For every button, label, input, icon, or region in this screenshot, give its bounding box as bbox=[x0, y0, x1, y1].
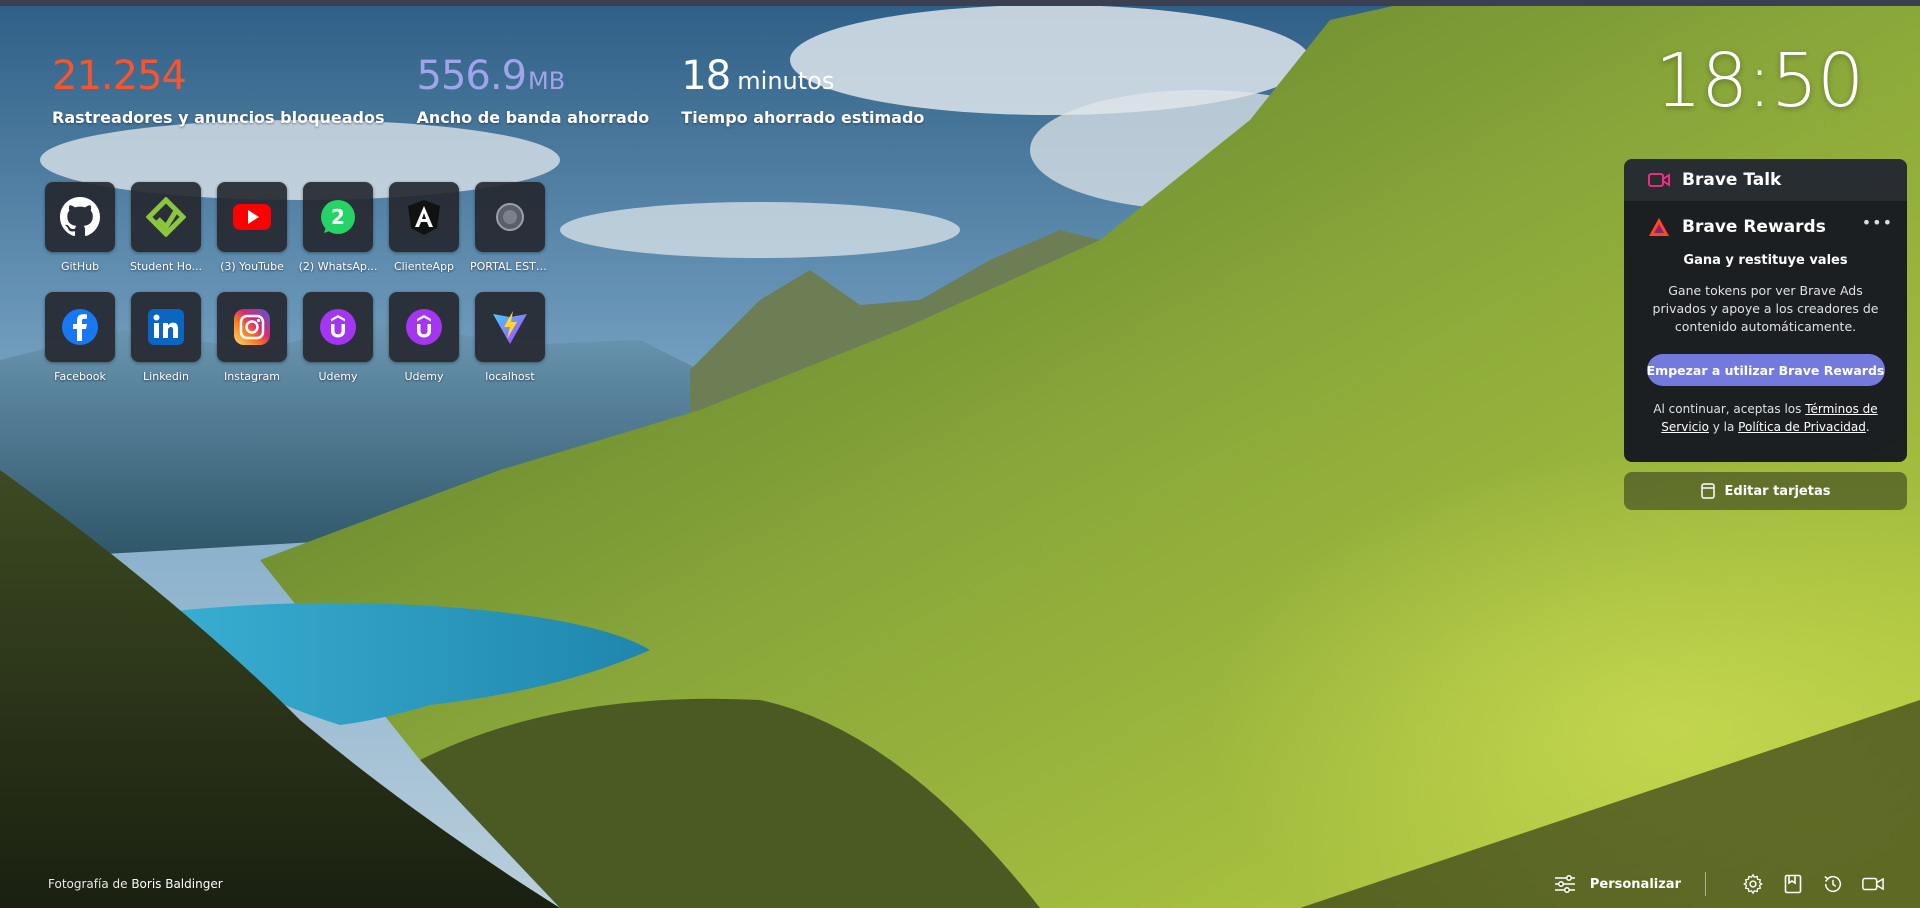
privacy-policy-link[interactable]: Política de Privacidad bbox=[1738, 420, 1866, 434]
time-saved-value: 18 bbox=[681, 53, 731, 99]
udemy-icon bbox=[320, 309, 356, 345]
vite-icon bbox=[493, 311, 527, 344]
customize-button[interactable]: Personalizar bbox=[1554, 874, 1681, 894]
top-site-tile[interactable]: ClienteApp bbox=[384, 182, 464, 273]
top-site-label: Student Ho... bbox=[129, 260, 203, 273]
brave-rewards-card: Brave Rewards ••• Gana y restituye vales… bbox=[1624, 201, 1907, 462]
top-site-tile[interactable]: PORTAL ESTU... bbox=[470, 182, 550, 273]
video-camera-icon bbox=[1862, 877, 1884, 891]
top-site-tile[interactable]: Facebook bbox=[40, 292, 120, 383]
top-site-label: PORTAL ESTU... bbox=[470, 260, 550, 273]
top-site-tile[interactable]: localhost bbox=[470, 292, 550, 383]
rewards-terms: Al continuar, aceptas los Términos de Se… bbox=[1653, 402, 1878, 434]
top-site-tile[interactable]: Udemy bbox=[298, 292, 378, 383]
edit-cards-button[interactable]: Editar tarjetas bbox=[1624, 472, 1907, 510]
top-site-tile[interactable]: (3) YouTube bbox=[212, 182, 292, 273]
bandwidth-stat: 556.9MB Ancho de banda ahorrado bbox=[417, 52, 650, 127]
whatsapp-icon: 2 bbox=[321, 200, 355, 234]
toolbar-divider bbox=[1705, 872, 1706, 896]
top-site-tile[interactable]: Linkedin bbox=[126, 292, 206, 383]
time-saved-stat: 18 minutos Tiempo ahorrado estimado bbox=[681, 52, 924, 127]
trackers-count: 21.254 bbox=[52, 53, 187, 99]
udemy-icon bbox=[406, 309, 442, 345]
cards-panel: Brave Talk Brave Rewards ••• Gana y rest… bbox=[1624, 159, 1907, 510]
brave-talk-card[interactable]: Brave Talk bbox=[1624, 159, 1907, 201]
bookmarks-icon bbox=[1784, 874, 1802, 894]
rewards-description: Gane tokens por ver Brave Ads privados y… bbox=[1652, 283, 1879, 334]
bat-triangle-icon bbox=[1649, 218, 1669, 236]
top-site-tile[interactable]: 2 (2) WhatsAp... bbox=[298, 182, 378, 273]
top-site-tile[interactable]: Student Ho... bbox=[126, 182, 206, 273]
customize-label: Personalizar bbox=[1589, 876, 1681, 892]
bookmarks-button[interactable] bbox=[1782, 873, 1804, 895]
top-site-tile[interactable]: Udemy bbox=[384, 292, 464, 383]
facebook-icon bbox=[62, 309, 98, 345]
top-site-tile[interactable]: GitHub bbox=[40, 182, 120, 273]
bandwidth-value: 556.9 bbox=[416, 53, 528, 99]
sliders-icon bbox=[1554, 874, 1575, 894]
top-site-label: Facebook bbox=[54, 370, 106, 383]
bandwidth-label: Ancho de banda ahorrado bbox=[416, 108, 650, 127]
top-site-label: (3) YouTube bbox=[220, 260, 284, 273]
window-top-bar bbox=[0, 0, 1920, 6]
instagram-icon bbox=[234, 309, 270, 345]
student-hub-icon bbox=[146, 197, 186, 237]
brave-rewards-title: Brave Rewards bbox=[1682, 217, 1826, 237]
top-site-label: Udemy bbox=[404, 370, 444, 383]
clock: 18:50 bbox=[1655, 38, 1864, 124]
time-saved-unit: minutos bbox=[737, 67, 835, 95]
photo-credit: Fotografía de Boris Baldinger bbox=[48, 877, 223, 891]
top-site-label: GitHub bbox=[60, 260, 100, 273]
stats-widget: 21.254 Rastreadores y anuncios bloqueado… bbox=[52, 52, 956, 127]
top-site-label: Udemy bbox=[318, 370, 358, 383]
gear-icon bbox=[1743, 873, 1763, 895]
rewards-subtitle: Gana y restituye vales bbox=[1683, 253, 1848, 268]
svg-text:2: 2 bbox=[331, 205, 345, 229]
trackers-label: Rastreadores y anuncios bloqueados bbox=[52, 108, 385, 127]
top-site-label: ClienteApp bbox=[393, 260, 455, 273]
history-icon bbox=[1824, 876, 1842, 893]
video-camera-icon bbox=[1648, 173, 1670, 187]
footer-toolbar: Personalizar bbox=[1554, 872, 1884, 896]
top-site-label: Instagram bbox=[224, 370, 280, 383]
time-saved-label: Tiempo ahorrado estimado bbox=[681, 108, 925, 127]
brave-talk-button[interactable] bbox=[1862, 873, 1884, 895]
linkedin-icon bbox=[148, 309, 184, 345]
history-button[interactable] bbox=[1822, 873, 1844, 895]
top-site-label: (2) WhatsAp... bbox=[298, 260, 378, 273]
top-site-label: Linkedin bbox=[143, 370, 189, 383]
brave-talk-title: Brave Talk bbox=[1682, 170, 1782, 190]
github-icon bbox=[60, 197, 100, 237]
settings-button[interactable] bbox=[1742, 873, 1764, 895]
photo-author-link[interactable]: Boris Baldinger bbox=[131, 877, 222, 891]
portal-seal-icon bbox=[496, 203, 524, 231]
more-options-icon[interactable]: ••• bbox=[1862, 213, 1893, 232]
top-site-tile[interactable]: Instagram bbox=[212, 292, 292, 383]
edit-cards-icon bbox=[1700, 483, 1715, 499]
angular-icon bbox=[408, 200, 440, 235]
youtube-icon bbox=[233, 204, 271, 230]
edit-cards-label: Editar tarjetas bbox=[1724, 483, 1831, 499]
top-site-label: localhost bbox=[485, 370, 535, 383]
trackers-stat: 21.254 Rastreadores y anuncios bloqueado… bbox=[52, 52, 385, 127]
start-rewards-button[interactable]: Empezar a utilizar Brave Rewards bbox=[1646, 354, 1885, 386]
bandwidth-unit: MB bbox=[528, 67, 566, 95]
